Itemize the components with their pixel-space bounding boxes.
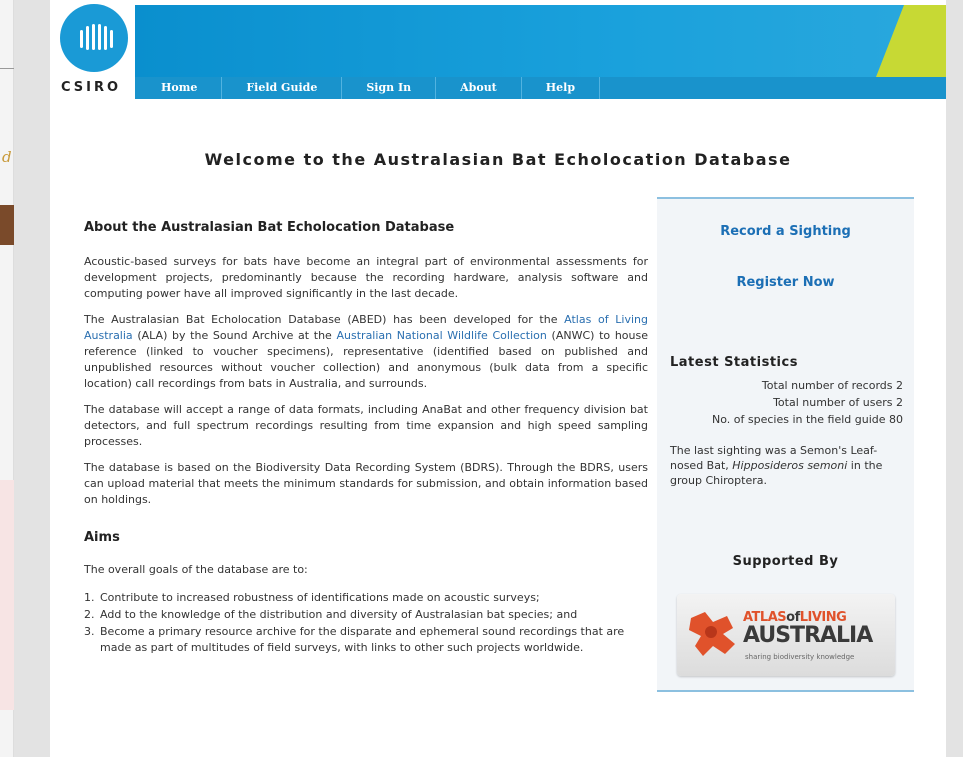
abed-text-1: The Australasian Bat Echolocation Databa… <box>84 313 565 326</box>
ala-mark-icon <box>689 612 735 656</box>
abed-text-2: (ALA) by the Sound Archive at the <box>132 329 337 342</box>
stat-records: Total number of records 2 <box>761 379 903 392</box>
about-heading: About the Australasian Bat Echolocation … <box>84 220 455 235</box>
nav-home[interactable]: Home <box>135 77 223 99</box>
aims-heading: Aims <box>84 530 120 545</box>
intro-paragraph: Acoustic-based surveys for bats have bec… <box>84 255 648 300</box>
site-header: CSIRO Home Field Guide Sign In About Hel… <box>50 0 946 100</box>
background-panel <box>0 480 14 710</box>
nav-sign-in[interactable]: Sign In <box>342 77 437 99</box>
stats-title: Latest Statistics <box>670 355 798 370</box>
bdrs-paragraph: The database is based on the Biodiversit… <box>84 461 648 506</box>
nav-help[interactable]: Help <box>522 77 601 99</box>
ala-logo-main: AUSTRALIA <box>743 623 873 648</box>
register-now-link[interactable]: Register Now <box>657 275 914 290</box>
record-sighting-link[interactable]: Record a Sighting <box>657 224 914 239</box>
stat-species: No. of species in the field guide 80 <box>712 413 903 426</box>
page-frame-left <box>14 0 50 757</box>
species-name: Hipposideros semoni <box>732 459 848 472</box>
csiro-logo[interactable]: CSIRO <box>55 2 135 98</box>
background-letter: d <box>2 148 12 166</box>
aims-list: 1. Contribute to increased robustness of … <box>84 590 648 656</box>
page-frame-right <box>946 0 963 757</box>
last-sighting: The last sighting was a Semon's Leaf-nos… <box>670 444 883 487</box>
list-item: 3. Become a primary resource archive for … <box>84 625 625 654</box>
main-nav: Home Field Guide Sign In About Help <box>135 77 946 99</box>
sidebar: Record a Sighting Register Now Latest St… <box>657 197 914 692</box>
list-item: 2. Add to the knowledge of the distributi… <box>84 608 578 621</box>
ala-logo-tagline: sharing biodiversity knowledge <box>745 653 855 661</box>
ala-logo[interactable]: ATLASofLIVING AUSTRALIA sharing biodiver… <box>677 594 895 676</box>
background-bar <box>0 205 14 245</box>
nav-field-guide[interactable]: Field Guide <box>222 77 343 99</box>
banner-accent <box>876 5 946 77</box>
stat-users: Total number of users 2 <box>773 396 903 409</box>
nav-about[interactable]: About <box>436 77 522 99</box>
csiro-logo-text: CSIRO <box>61 80 122 95</box>
formats-paragraph: The database will accept a range of data… <box>84 403 648 448</box>
list-item: 1. Contribute to increased robustness of … <box>84 591 540 604</box>
divider-line <box>0 68 14 69</box>
abed-paragraph: The Australasian Bat Echolocation Databa… <box>84 312 648 392</box>
header-banner <box>135 5 946 77</box>
main-content: About the Australasian Bat Echolocation … <box>84 220 648 657</box>
background-window-strip: d <box>0 0 14 757</box>
supported-by-heading: Supported By <box>732 554 839 569</box>
csiro-logo-mark <box>60 4 128 72</box>
anwc-link[interactable]: Australian National Wildlife Collection <box>337 329 547 342</box>
page-title: Welcome to the Australasian Bat Echoloca… <box>204 150 792 169</box>
aims-intro: The overall goals of the database are to… <box>84 563 308 576</box>
